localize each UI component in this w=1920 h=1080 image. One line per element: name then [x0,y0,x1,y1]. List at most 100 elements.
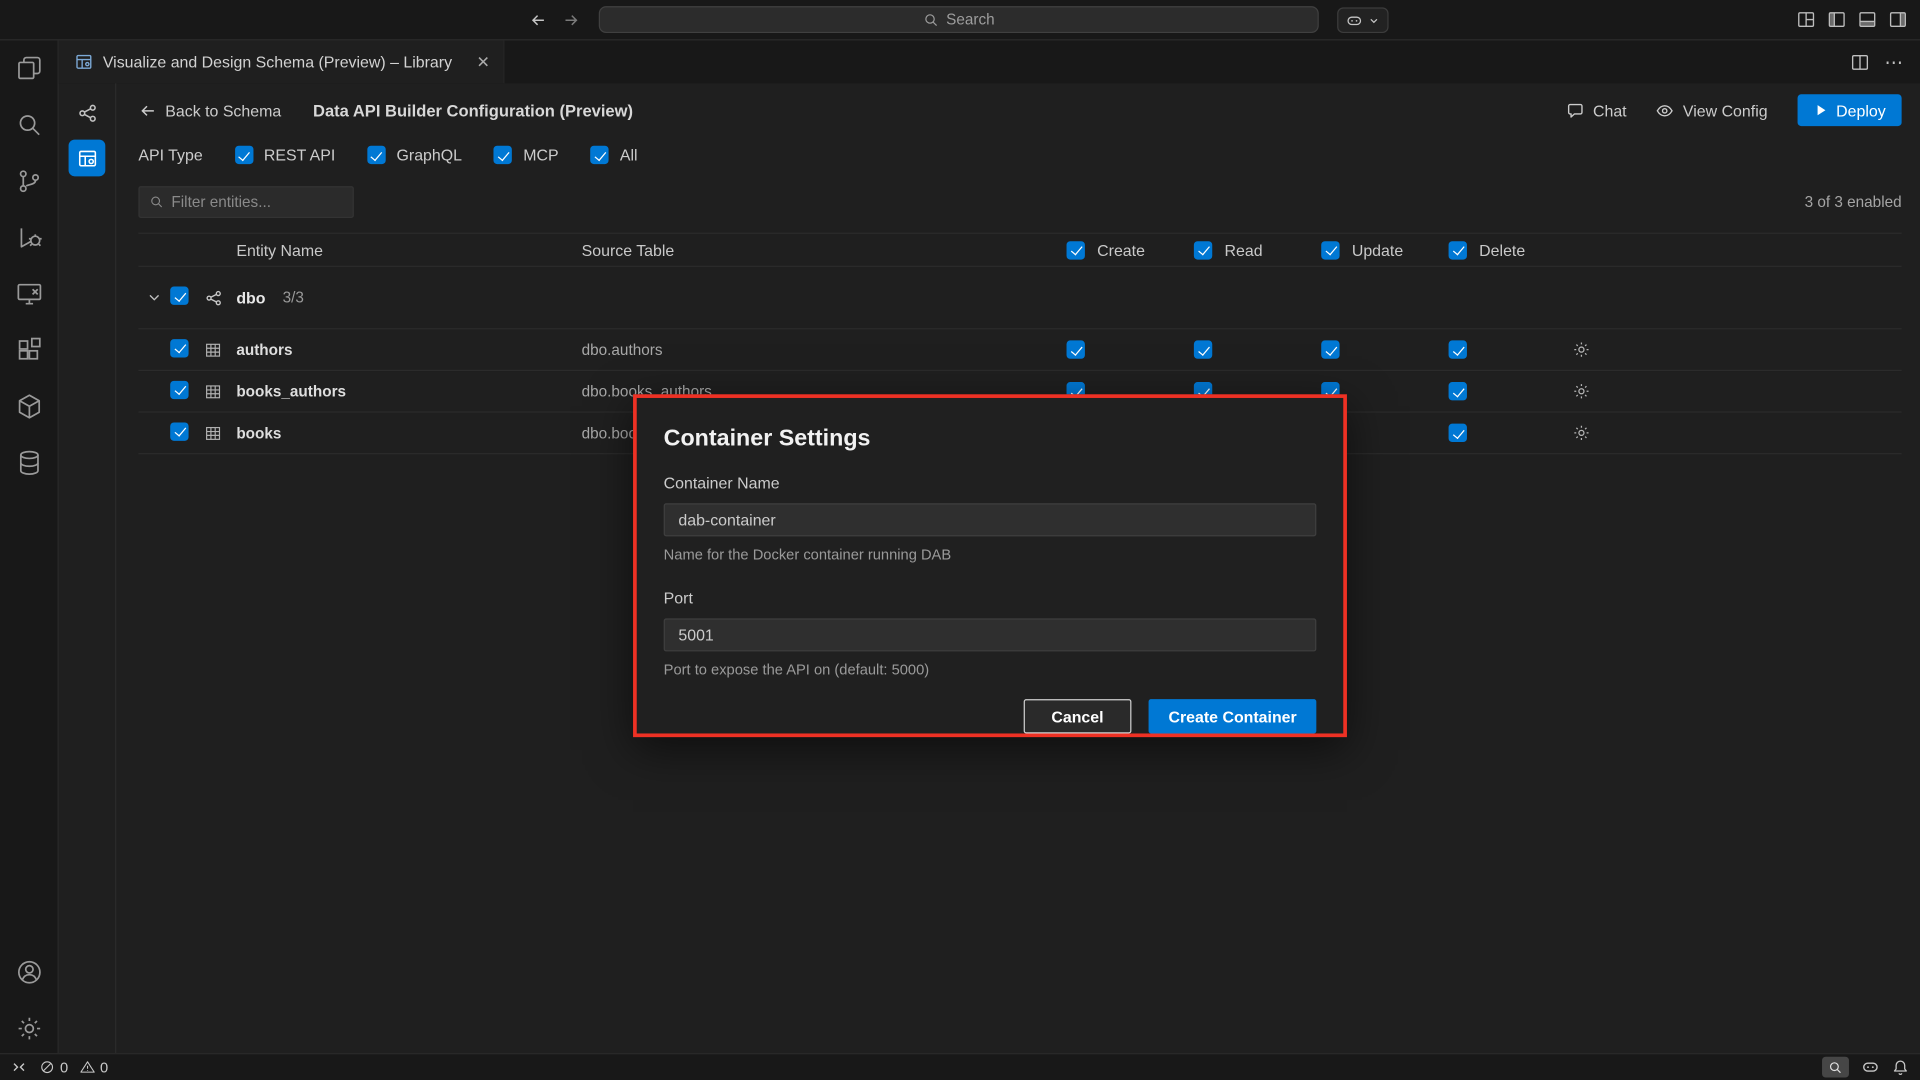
checkbox-delete[interactable] [1449,424,1467,442]
customize-layout-icon[interactable] [1796,10,1816,30]
checkbox-graphql[interactable] [367,146,385,164]
eye-icon [1656,101,1674,119]
checkbox-read[interactable] [1194,340,1212,358]
checkbox-delete-all[interactable] [1449,241,1467,259]
deploy-label: Deploy [1836,101,1886,119]
api-type-option-mcp[interactable]: MCP [494,146,559,164]
container-settings-dialog: Container Settings Container Name Name f… [633,394,1347,737]
api-type-option-rest[interactable]: REST API [235,146,336,164]
zoom-indicator[interactable] [1822,1057,1849,1078]
back-to-schema-label: Back to Schema [165,101,281,119]
row-settings-button[interactable] [1572,340,1590,358]
filter-entities-input[interactable] [171,193,342,210]
checkbox-create-all[interactable] [1067,241,1085,259]
view-config-label: View Config [1683,101,1768,119]
split-editor-icon[interactable] [1850,52,1870,72]
more-actions-icon[interactable]: ⋯ [1884,51,1904,73]
toggle-sidebar-left-icon[interactable] [1827,10,1847,30]
dialog-title: Container Settings [664,426,1317,453]
activity-bar [0,40,59,1053]
api-type-option-graphql[interactable]: GraphQL [367,146,462,164]
schema-icon [204,288,236,306]
problems-indicator[interactable]: 0 0 [39,1059,108,1076]
close-tab-icon[interactable]: ✕ [477,54,490,70]
schema-designer-tab-icon [75,53,93,71]
dab-config-icon[interactable] [69,140,106,177]
checkbox-rest-api[interactable] [235,146,253,164]
notifications-bell-icon[interactable] [1892,1059,1909,1076]
checkbox-delete[interactable] [1449,340,1467,358]
warning-count: 0 [100,1059,108,1076]
schema-visualize-icon[interactable] [69,94,106,131]
database-icon[interactable] [14,448,43,477]
checkbox-entity[interactable] [170,380,188,398]
source-table: dbo.authors [582,341,1060,358]
search-sidebar-icon[interactable] [14,110,43,139]
back-to-schema-link[interactable]: Back to Schema [138,101,281,119]
container-name-help: Name for the Docker container running DA… [664,546,1317,563]
checkbox-read-all[interactable] [1194,241,1212,259]
entity-name: authors [236,341,581,358]
chat-icon [1566,101,1584,119]
global-search-input[interactable]: Search [599,6,1319,33]
checkbox-group-dbo[interactable] [170,287,188,305]
copilot-status-icon[interactable] [1861,1058,1879,1076]
entity-name: books [236,424,581,441]
checkbox-all[interactable] [590,146,608,164]
port-help: Port to expose the API on (default: 5000… [664,661,1317,678]
remote-window-icon[interactable] [14,279,43,308]
delete-header-label: Delete [1479,241,1525,259]
source-control-icon[interactable] [14,167,43,196]
accounts-icon[interactable] [14,958,43,987]
create-container-button[interactable]: Create Container [1149,699,1316,733]
rest-api-label: REST API [264,146,335,164]
container-name-input[interactable] [664,503,1317,536]
search-placeholder: Search [946,11,995,28]
settings-gear-icon[interactable] [14,1014,43,1043]
page-title: Data API Builder Configuration (Preview) [313,101,633,119]
cancel-button[interactable]: Cancel [1023,699,1132,733]
api-type-option-all[interactable]: All [590,146,637,164]
group-count: 3/3 [283,289,304,306]
mcp-label: MCP [523,146,558,164]
update-header-label: Update [1352,241,1403,259]
vscode-window: Search [0,0,1920,1080]
checkbox-entity[interactable] [170,422,188,440]
api-type-row: API Type REST API GraphQL MCP [138,138,1901,171]
chat-button[interactable]: Chat [1566,101,1627,119]
deploy-button[interactable]: Deploy [1797,94,1902,126]
row-settings-button[interactable] [1572,424,1590,442]
table-header-row: Entity Name Source Table Create Read [138,233,1901,267]
checkbox-mcp[interactable] [494,146,512,164]
nav-forward-icon[interactable] [562,10,580,28]
remote-indicator-icon[interactable] [11,1059,27,1075]
nav-back-icon[interactable] [529,10,547,28]
api-type-label: API Type [138,146,202,164]
container-cube-icon[interactable] [14,392,43,421]
view-config-button[interactable]: View Config [1656,101,1768,119]
table-grid-icon [204,341,236,358]
designer-toolbar [59,83,117,1053]
explorer-icon[interactable] [14,54,43,83]
extensions-icon[interactable] [14,336,43,365]
search-icon [923,12,939,28]
arrow-left-icon [138,101,156,119]
toggle-sidebar-right-icon[interactable] [1888,10,1908,30]
warning-icon [79,1059,95,1075]
checkbox-update-all[interactable] [1321,241,1339,259]
checkbox-delete[interactable] [1449,382,1467,400]
checkbox-update[interactable] [1321,340,1339,358]
run-debug-icon[interactable] [14,223,43,252]
copilot-session-icon [1346,12,1363,29]
tab-schema-designer[interactable]: Visualize and Design Schema (Preview) – … [59,40,505,83]
row-settings-button[interactable] [1572,382,1590,400]
graphql-label: GraphQL [397,146,462,164]
checkbox-entity[interactable] [170,339,188,357]
chevron-down-icon[interactable] [146,289,163,306]
toggle-panel-icon[interactable] [1858,10,1878,30]
port-input[interactable] [664,618,1317,651]
entity-name: books_authors [236,383,581,400]
table-row: authors dbo.authors [138,328,1901,370]
checkbox-create[interactable] [1067,340,1085,358]
copilot-menu-button[interactable] [1337,7,1388,33]
